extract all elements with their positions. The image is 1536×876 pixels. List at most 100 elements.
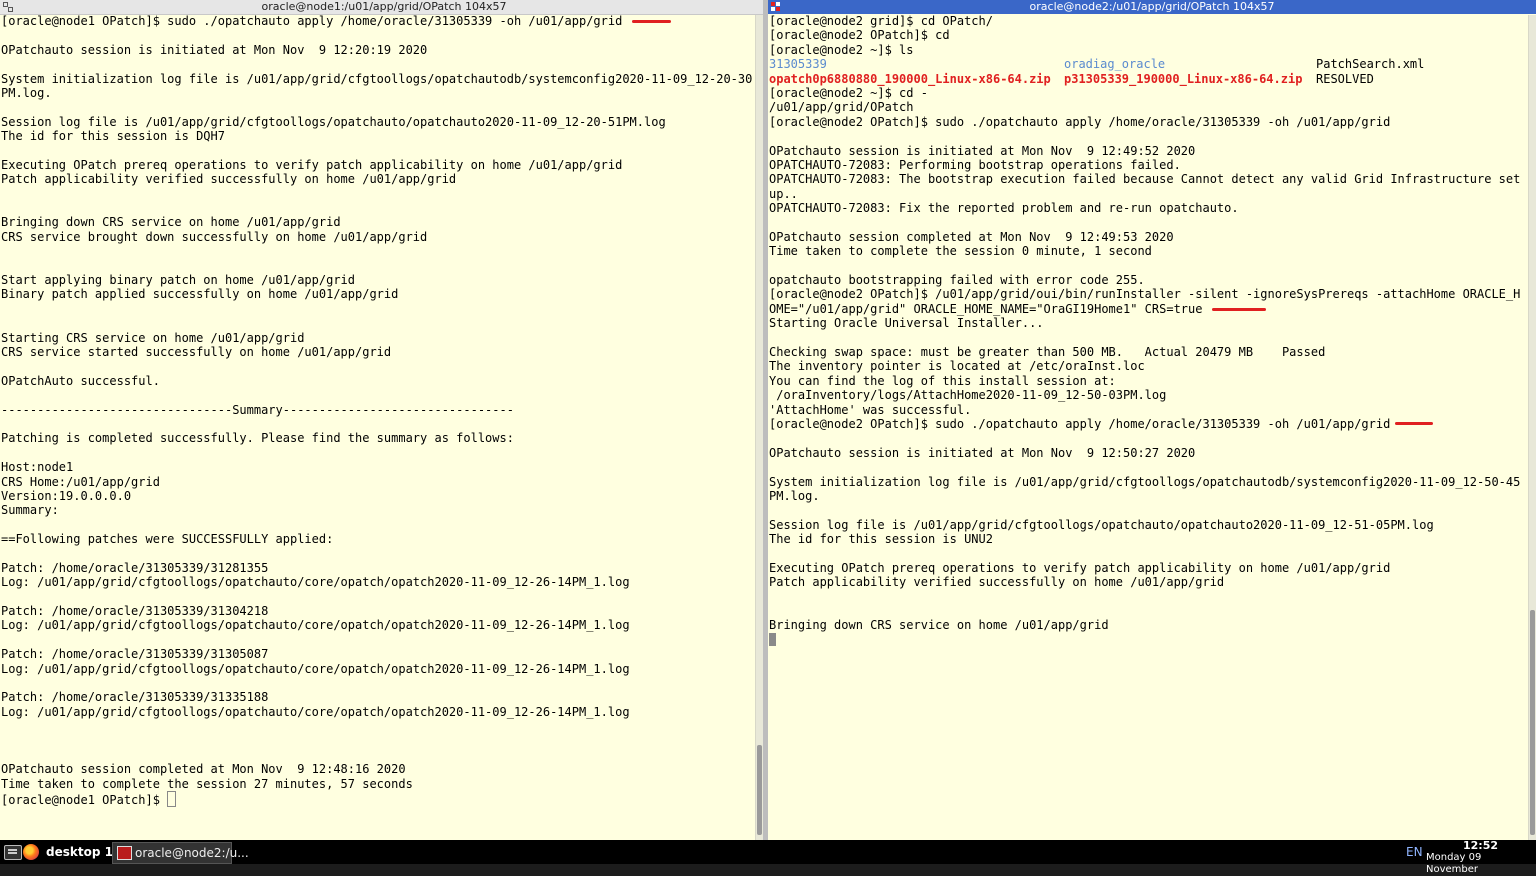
window-titlebar[interactable]: oracle@node2:/u01/app/grid/OPatch 104x57 [768,0,1536,14]
terminal-line: The inventory pointer is located at /etc… [769,359,1145,374]
terminal-line: PM.log. [1,85,52,100]
terminal-line: Patch applicability verified successfull… [1,172,457,187]
annotation-underline [1212,308,1266,311]
terminal-line: Checking swap space: must be greater tha… [769,344,1326,359]
window-menu-icon[interactable] [771,2,781,12]
terminal-window-node2[interactable]: oracle@node2:/u01/app/grid/OPatch 104x57… [768,0,1536,840]
terminal-output[interactable]: [oracle@node2 grid]$ cd OPatch/[oracle@n… [769,14,1520,647]
terminal-line: Patch: /home/oracle/31305339/31335188 [1,690,269,705]
scrollbar[interactable] [1528,15,1536,840]
terminal-line: [oracle@node2 OPatch]$ cd [769,28,950,43]
terminal-line: Patch: /home/oracle/31305339/31304218 [1,604,269,619]
terminal-line: Bringing down CRS service on home /u01/a… [1,215,341,230]
terminal-line: Session log file is /u01/app/grid/cfgtoo… [769,517,1434,532]
scrollbar-thumb[interactable] [1530,610,1535,835]
terminal-line: OPATCHAUTO-72083: The bootstrap executio… [769,172,1521,187]
terminal-line: ==Following patches were SUCCESSFULLY ap… [1,532,334,547]
terminal-line: Patching is completed successfully. Plea… [1,431,514,446]
scrollbar-thumb[interactable] [757,745,762,835]
app-menu-icon[interactable] [4,845,22,860]
terminal-line: OPatchAuto successful. [1,373,160,388]
prompt-line[interactable]: [oracle@node1 OPatch]$ [1,791,752,808]
scrollbar[interactable] [755,15,763,840]
terminal-line: Time taken to complete the session 27 mi… [1,776,413,791]
terminal-line: Version:19.0.0.0.0 [1,488,132,503]
terminal-window-node1[interactable]: oracle@node1:/u01/app/grid/OPatch 104x57… [0,0,768,840]
terminal-line: System initialization log file is /u01/a… [1,71,753,86]
terminal-line: OPatchauto session completed at Mon Nov … [1,762,406,777]
terminal-line: OPatchauto session is initiated at Mon N… [769,143,1196,158]
terminal-line: CRS service brought down successfully on… [1,229,428,244]
window-title: oracle@node1:/u01/app/grid/OPatch 104x57 [261,0,507,13]
taskbar-button-label: oracle@node2:/u... [135,846,249,860]
firefox-icon[interactable] [23,844,39,860]
terminal-line: [oracle@node2 ~]$ ls [769,42,914,57]
terminal-line: You can find the log of this install ses… [769,373,1116,388]
annotation-underline [1395,422,1433,425]
terminal-line: up.. [769,186,798,201]
terminal-line: Session log file is /u01/app/grid/cfgtoo… [1,114,666,129]
terminal-output[interactable]: [oracle@node1 OPatch]$ sudo ./opatchauto… [1,14,753,808]
clock-time[interactable]: 12:52 [1463,840,1498,852]
ls-entry: PatchSearch.xml [1316,57,1425,72]
clock-date: Monday 09 November [1426,852,1482,875]
window-titlebar[interactable]: oracle@node1:/u01/app/grid/OPatch 104x57 [0,0,768,15]
window-menu-icon[interactable] [3,2,13,12]
terminal-line: OPatchauto session is initiated at Mon N… [1,42,428,57]
ls-output-row: 31305339 oradiag_oracle PatchSearch.xml [769,57,1520,71]
ls-entry: 31305339 [769,57,827,72]
terminal-line: PM.log. [769,488,820,503]
terminal-line: 'AttachHome' was successful. [769,402,972,417]
ls-entry: opatch0p6880880_190000_Linux-x86-64.zip [769,71,1051,86]
terminal-line: Log: /u01/app/grid/cfgtoollogs/opatchaut… [1,704,630,719]
ls-entry: p31305339_190000_Linux-x86-64.zip [1064,71,1303,86]
terminal-line: Log: /u01/app/grid/cfgtoollogs/opatchaut… [1,575,630,590]
terminal-line: OPATCHAUTO-72083: Performing bootstrap o… [769,157,1181,172]
terminal-line: Executing OPatch prereq operations to ve… [1,157,623,172]
terminal-line: [oracle@node2 OPatch]$ /u01/app/grid/oui… [769,287,1521,302]
terminal-line: Start applying binary patch on home /u01… [1,273,356,288]
desktop-switcher[interactable]: desktop 1 [46,840,113,864]
terminal-line: Patch: /home/oracle/31305339/31281355 [1,560,269,575]
terminal-line: Executing OPatch prereq operations to ve… [769,560,1391,575]
prompt-line[interactable] [769,632,1520,647]
ls-entry: oradiag_oracle [1064,57,1166,72]
terminal-line: Log: /u01/app/grid/cfgtoollogs/opatchaut… [1,661,630,676]
taskbar: desktop 1 oracle@node2:/u... EN 12:52 Mo… [0,840,1536,875]
terminal-line: OPatchauto session is initiated at Mon N… [769,445,1196,460]
keyboard-layout-indicator[interactable]: EN [1406,840,1423,864]
terminal-line: /oraInventory/logs/AttachHome2020-11-09_… [769,388,1167,403]
terminal-line: Starting CRS service on home /u01/app/gr… [1,330,305,345]
terminal-line: OPATCHAUTO-72083: Fix the reported probl… [769,201,1239,216]
terminal-icon [117,846,132,860]
terminal-line: CRS service started successfully on home… [1,344,392,359]
terminal-line: Patch: /home/oracle/31305339/31305087 [1,647,269,662]
terminal-line: /u01/app/grid/OPatch [769,100,914,115]
taskbar-button-terminal[interactable]: oracle@node2:/u... [112,842,249,864]
